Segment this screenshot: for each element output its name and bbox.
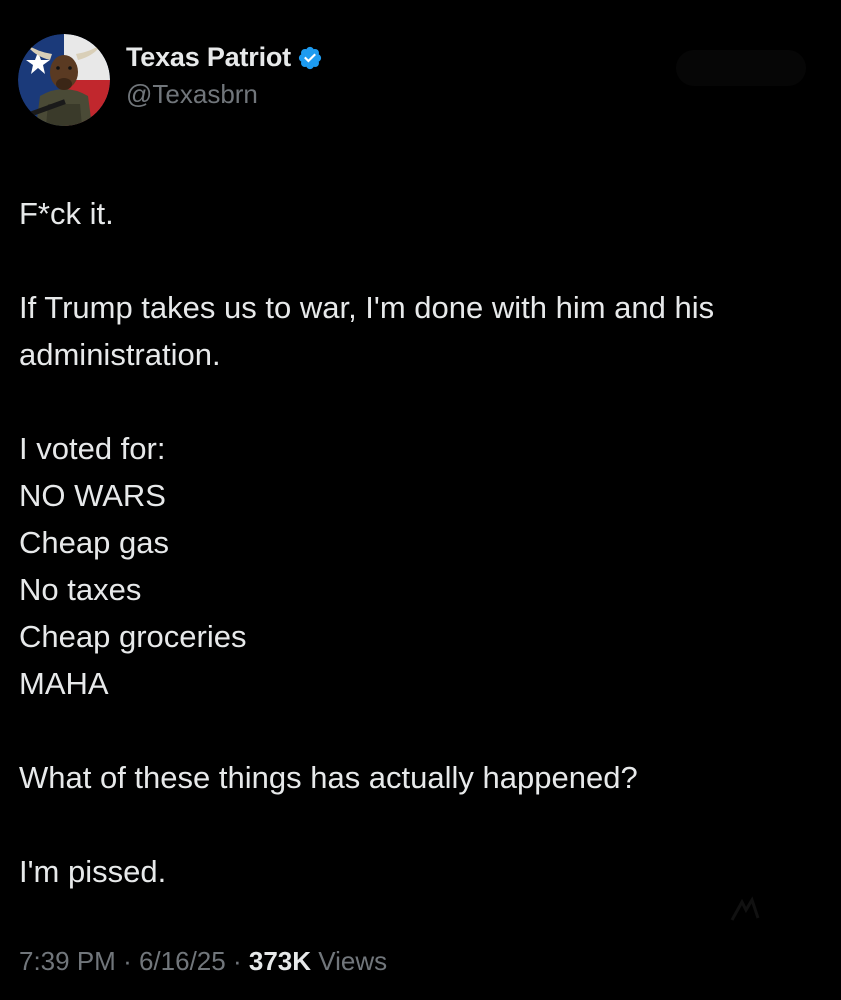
tweet-header: Texas Patriot @Texasbrn	[18, 34, 323, 126]
tweet: Texas Patriot @Texasbrn F*ck it. If Trump…	[0, 0, 841, 1000]
views-label: Views	[318, 946, 388, 976]
faint-artifact-icon	[730, 896, 760, 921]
name-row: Texas Patriot	[126, 42, 323, 73]
tweet-text-line: NO WARS	[19, 478, 166, 513]
verified-badge-icon[interactable]	[297, 45, 323, 71]
tweet-text-line: If Trump takes us to war, I'm done with …	[19, 290, 715, 372]
more-options-button[interactable]	[676, 50, 806, 86]
tweet-meta: 7:39 PM · 6/16/25 · 373K Views	[19, 946, 387, 977]
views-count: 373K	[248, 946, 312, 976]
tweet-date[interactable]: 6/16/25	[139, 946, 226, 976]
display-name[interactable]: Texas Patriot	[126, 42, 291, 73]
avatar-image	[18, 34, 110, 126]
tweet-text-line: MAHA	[19, 666, 109, 701]
tweet-text-line: Cheap groceries	[19, 619, 247, 654]
author-handle[interactable]: @Texasbrn	[126, 79, 323, 110]
author-identity: Texas Patriot @Texasbrn	[126, 42, 323, 110]
meta-separator: ·	[123, 946, 132, 976]
tweet-text-line: Cheap gas	[19, 525, 169, 560]
tweet-time[interactable]: 7:39 PM	[19, 946, 116, 976]
tweet-body: F*ck it. If Trump takes us to war, I'm do…	[19, 190, 829, 895]
meta-separator: ·	[232, 946, 242, 976]
tweet-text-line: I'm pissed.	[19, 854, 167, 889]
tweet-text-line: What of these things has actually happen…	[19, 760, 638, 795]
tweet-text-line: F*ck it.	[19, 196, 114, 231]
tweet-text-line: No taxes	[19, 572, 142, 607]
avatar[interactable]	[18, 34, 110, 126]
tweet-text-line: I voted for:	[19, 431, 166, 466]
